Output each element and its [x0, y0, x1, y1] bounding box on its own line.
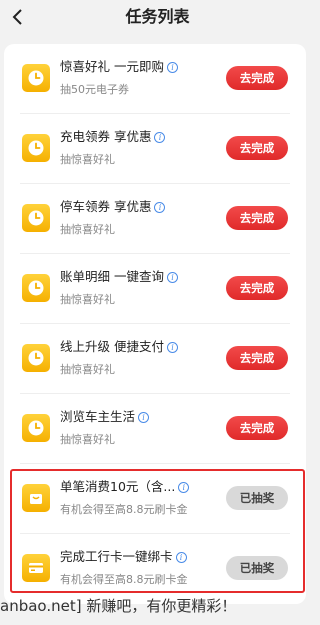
task-title: 停车领券 享优惠	[60, 199, 152, 214]
task-action-button[interactable]: 去完成	[226, 66, 288, 90]
task-row-online-upgrade: 线上升级 便捷支付 i 抽惊喜好礼 去完成	[4, 324, 306, 394]
info-icon[interactable]: i	[154, 202, 166, 213]
task-subtitle: 抽惊喜好礼	[60, 363, 115, 376]
task-action-button[interactable]: 去完成	[226, 136, 288, 160]
info-icon[interactable]: i	[166, 62, 178, 73]
task-row-browse-car-life: 浏览车主生活 i 抽惊喜好礼 去完成	[4, 394, 306, 464]
task-action-button[interactable]: 去完成	[226, 206, 288, 230]
task-title: 线上升级 便捷支付	[60, 339, 164, 354]
task-row-charging-coupon: 充电领券 享优惠 i 抽惊喜好礼 去完成	[4, 114, 306, 184]
page-title: 任务列表	[125, 7, 190, 26]
clock-icon	[22, 274, 50, 302]
clock-icon	[22, 134, 50, 162]
task-title: 账单明细 一键查询	[60, 269, 164, 284]
info-icon[interactable]: i	[138, 412, 150, 423]
task-row-parking-coupon: 停车领券 享优惠 i 抽惊喜好礼 去完成	[4, 184, 306, 254]
task-subtitle: 抽50元电子券	[60, 83, 129, 96]
clock-icon	[22, 204, 50, 232]
clock-icon	[22, 344, 50, 372]
info-icon[interactable]: i	[166, 272, 178, 283]
task-row-surprise-gift: 惊喜好礼 一元即购 i 抽50元电子券 去完成	[4, 44, 306, 114]
clock-icon	[22, 414, 50, 442]
footer-watermark-text: anbao.net] 新赚吧，有你更精彩！	[0, 597, 237, 615]
task-title: 充电领券 享优惠	[60, 129, 152, 144]
info-icon[interactable]: i	[154, 132, 166, 143]
info-icon[interactable]: i	[166, 342, 178, 353]
task-action-button[interactable]: 去完成	[226, 346, 288, 370]
task-subtitle: 抽惊喜好礼	[60, 153, 115, 166]
task-action-button[interactable]: 去完成	[226, 416, 288, 440]
task-subtitle: 抽惊喜好礼	[60, 223, 115, 236]
highlight-box	[10, 469, 305, 593]
task-title: 惊喜好礼 一元即购	[60, 59, 164, 74]
task-subtitle: 抽惊喜好礼	[60, 293, 115, 306]
task-subtitle: 抽惊喜好礼	[60, 433, 115, 446]
task-title: 浏览车主生活	[60, 409, 136, 424]
task-action-button[interactable]: 去完成	[226, 276, 288, 300]
top-bar: 任务列表	[0, 0, 315, 36]
task-row-bill-details: 账单明细 一键查询 i 抽惊喜好礼 去完成	[4, 254, 306, 324]
clock-icon	[22, 64, 50, 92]
